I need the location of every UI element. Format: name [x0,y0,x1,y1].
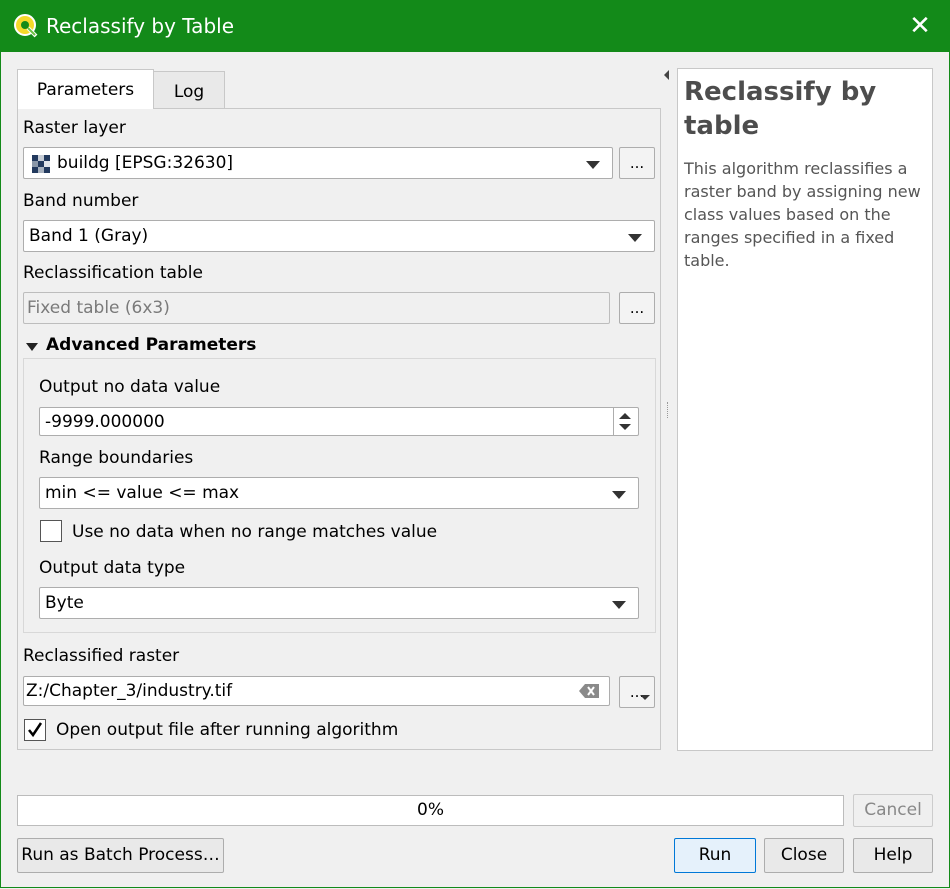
open-output-checkbox[interactable] [24,719,46,741]
collapse-help-icon[interactable] [664,70,669,80]
open-output-label: Open output file after running algorithm [56,720,399,740]
nodata-spinbox[interactable]: -9999.000000 [39,407,639,436]
output-browse-button[interactable]: ... [619,676,655,708]
nodata-label: Output no data value [39,377,221,397]
raster-layer-icon [32,155,50,173]
step-down-icon[interactable] [619,424,631,430]
tab-parameters[interactable]: Parameters [17,69,154,109]
advanced-parameters-title: Advanced Parameters [46,335,257,355]
reclassified-raster-label: Reclassified raster [23,646,180,666]
run-as-batch-button[interactable]: Run as Batch Process… [17,838,224,873]
window-title: Reclassify by Table [46,14,234,38]
clear-field-icon[interactable] [579,684,599,698]
help-panel: Reclassify by table This algorithm recla… [677,68,933,751]
chevron-down-icon [586,161,600,169]
nodata-stepper[interactable] [613,408,638,435]
output-data-type-value: Byte [45,593,84,613]
output-path-value: Z:/Chapter_3/industry.tif [26,681,233,701]
checkmark-icon [28,722,43,738]
range-boundaries-value: min <= value <= max [45,483,240,503]
tab-log[interactable]: Log [153,71,225,109]
output-data-type-combo[interactable]: Byte [39,587,639,619]
close-window-icon[interactable]: ✕ [890,0,950,52]
dropdown-arrow-icon [640,695,650,700]
cancel-button[interactable]: Cancel [853,794,933,827]
chevron-down-icon [612,601,626,609]
output-path-input[interactable]: Z:/Chapter_3/industry.tif [23,676,610,706]
range-boundaries-label: Range boundaries [39,448,194,468]
raster-layer-value: buildg [EPSG:32630] [57,153,234,173]
progress-text: 0% [417,800,444,820]
close-button[interactable]: Close [764,838,844,873]
tab-parameters-label: Parameters [36,80,135,100]
reclass-table-field: Fixed table (6x3) [23,292,610,324]
help-text: This algorithm reclassifies a raster ban… [684,159,921,270]
help-title: Reclassify by table [684,77,877,141]
run-button[interactable]: Run [674,838,756,873]
splitter-handle[interactable] [667,402,670,418]
reclass-table-value: Fixed table (6x3) [27,298,170,318]
reclass-table-label: Reclassification table [23,263,203,283]
title-bar: Reclassify by Table ✕ [0,0,950,52]
output-data-type-label: Output data type [39,558,186,578]
tab-log-label: Log [173,82,205,102]
expand-triangle-icon [26,343,38,351]
band-number-combo[interactable]: Band 1 (Gray) [23,220,655,252]
band-number-value: Band 1 (Gray) [29,226,149,246]
nodata-value: -9999.000000 [45,412,165,432]
step-up-icon[interactable] [619,413,631,419]
help-button[interactable]: Help [853,838,933,873]
progress-bar: 0% [17,795,844,826]
range-boundaries-combo[interactable]: min <= value <= max [39,477,639,509]
raster-layer-combo[interactable]: buildg [EPSG:32630] [23,147,613,179]
use-nodata-checkbox[interactable] [40,520,62,542]
reclass-table-edit-button[interactable]: ... [619,292,655,324]
raster-layer-label: Raster layer [23,118,126,138]
use-nodata-label: Use no data when no range matches value [72,522,438,542]
chevron-down-icon [612,491,626,499]
chevron-down-icon [628,234,642,242]
qgis-logo-icon [14,14,38,38]
band-number-label: Band number [23,191,139,211]
raster-layer-browse-button[interactable]: ... [619,147,655,179]
